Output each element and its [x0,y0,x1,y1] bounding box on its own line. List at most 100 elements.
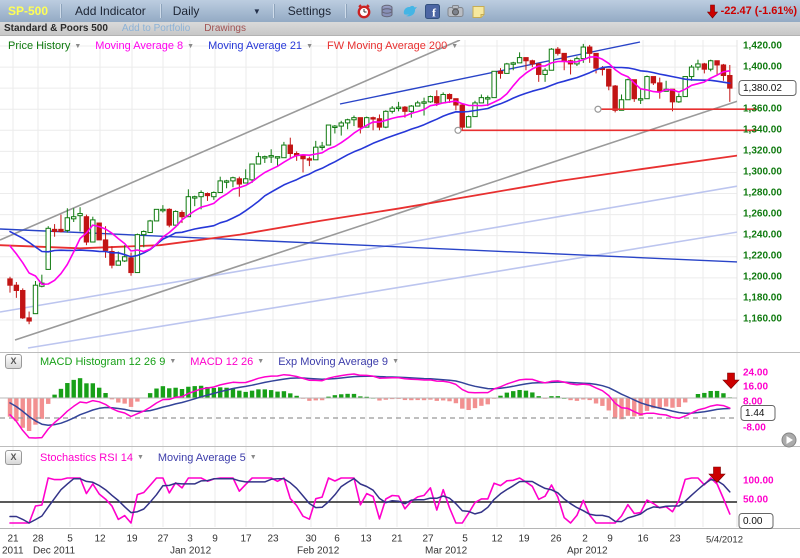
legend-ma8[interactable]: Moving Average 8 ▼ [95,40,194,52]
chevron-down-icon: ▼ [187,42,195,50]
drawings-link[interactable]: Drawings [204,23,246,34]
change-value: -22.47 (-1.61%) [720,5,797,17]
stoch-axis[interactable]: 100.00 50.00 [743,476,774,506]
svg-text:0.00: 0.00 [743,516,763,527]
chevron-down-icon: ▼ [136,454,144,461]
svg-text:-8.00: -8.00 [743,423,766,434]
svg-text:3: 3 [187,534,193,545]
toolbar-icons: f [356,3,486,19]
chevron-down-icon: ▼ [252,6,261,16]
time-axis[interactable]: 21 28 5 12 19 27 3 9 17 23 30 6 13 21 27 5 12 19 26 2 9 16 23 2… [2,534,743,557]
svg-text:1,280.00: 1,280.00 [743,188,782,199]
database-icon[interactable] [379,3,395,19]
svg-text:1,200.00: 1,200.00 [743,272,782,283]
legend-stoch-rsi[interactable]: Stochastics RSI 14 ▼ [40,452,144,464]
svg-text:5: 5 [462,534,468,545]
toolbar-divider [159,4,161,18]
svg-text:Mar 2012: Mar 2012 [425,546,468,557]
svg-text:12: 12 [94,534,106,545]
macd-legend: X MACD Histogram 12 26 9 ▼ MACD 12 26 ▼ … [5,354,399,369]
svg-text:1,420.00: 1,420.00 [743,41,782,52]
svg-text:21: 21 [7,534,19,545]
svg-text:5/4/2012: 5/4/2012 [706,535,743,546]
svg-text:23: 23 [669,534,681,545]
stoch-close-button[interactable]: X [5,450,22,465]
chevron-down-icon: ▼ [249,454,257,461]
svg-text:Feb 2012: Feb 2012 [297,546,340,557]
svg-text:12: 12 [491,534,503,545]
toolbar-divider [272,4,274,18]
chevron-down-icon: ▼ [169,358,177,365]
svg-text:21: 21 [391,534,403,545]
chart-canvas[interactable]: 1,420.00 1,400.00 1,360.00 1,340.00 1,320.00… [0,0,800,558]
svg-text:1,260.00: 1,260.00 [743,209,782,220]
legend-stoch-ma5[interactable]: Moving Average 5 ▼ [158,452,257,464]
svg-text:Apr 2012: Apr 2012 [567,546,608,557]
facebook-icon[interactable]: f [425,3,441,19]
svg-text:2011: 2011 [2,546,24,557]
macd-histogram [7,378,733,431]
note-icon[interactable] [471,4,486,19]
add-indicator-button[interactable]: Add Indicator [65,4,156,18]
svg-text:9: 9 [212,534,218,545]
svg-text:1,360.00: 1,360.00 [743,104,782,115]
legend-ma21[interactable]: Moving Average 21 ▼ [208,40,313,52]
svg-text:23: 23 [267,534,279,545]
down-arrow-icon [706,4,718,18]
svg-text:1,160.00: 1,160.00 [743,314,782,325]
svg-text:5: 5 [67,534,73,545]
svg-text:27: 27 [422,534,434,545]
svg-text:28: 28 [32,534,44,545]
svg-text:9: 9 [607,534,613,545]
svg-text:16.00: 16.00 [743,382,768,393]
price-legend: Price History ▼ Moving Average 8 ▼ Movin… [8,40,458,52]
timeframe-dropdown[interactable]: Daily ▼ [165,4,269,18]
svg-text:Dec 2011: Dec 2011 [33,546,76,557]
camera-icon[interactable] [447,4,464,18]
macd-axis[interactable]: 24.0016.008.00-8.00 [743,368,768,434]
chevron-down-icon: ▼ [306,42,313,50]
stoch-legend: X Stochastics RSI 14 ▼ Moving Average 5 … [5,450,257,465]
svg-text:2: 2 [582,534,588,545]
svg-text:1,240.00: 1,240.00 [743,230,782,241]
current-price-box: 1,380.02 [738,80,797,96]
svg-text:100.00: 100.00 [743,476,774,487]
svg-text:19: 19 [518,534,530,545]
svg-text:1,320.00: 1,320.00 [743,146,782,157]
legend-price-history[interactable]: Price History ▼ [8,40,81,52]
svg-text:13: 13 [360,534,372,545]
candlesticks [7,43,733,325]
current-macd-box: 1.44 [740,405,776,421]
svg-text:1,220.00: 1,220.00 [743,251,782,262]
legend-macd-histogram[interactable]: MACD Histogram 12 26 9 ▼ [40,356,176,368]
symbol-subbar: Standard & Poors 500 Add to Portfolio Dr… [0,22,800,36]
macd-close-button[interactable]: X [5,354,22,369]
legend-fw-ma200[interactable]: FW Moving Average 200 ▼ [327,40,458,52]
chevron-down-icon: ▼ [257,358,265,365]
svg-text:17: 17 [240,534,252,545]
svg-text:6: 6 [334,534,340,545]
symbol-fullname: Standard & Poors 500 [4,23,108,34]
legend-macd[interactable]: MACD 12 26 ▼ [190,356,264,368]
svg-text:1,380.02: 1,380.02 [743,83,782,94]
scroll-forward-button[interactable] [781,432,797,448]
svg-text:19: 19 [126,534,138,545]
svg-text:1,400.00: 1,400.00 [743,62,782,73]
twitter-icon[interactable] [402,3,418,19]
chevron-down-icon: ▼ [74,42,82,50]
timeframe-value: Daily [172,4,200,18]
chevron-down-icon: ▼ [451,42,459,50]
svg-text:1,180.00: 1,180.00 [743,293,782,304]
svg-text:1.44: 1.44 [745,408,765,419]
svg-text:1,340.00: 1,340.00 [743,125,782,136]
symbol-label[interactable]: SP-500 [0,4,56,18]
legend-exp-ma9[interactable]: Exp Moving Average 9 ▼ [278,356,399,368]
add-to-portfolio-link[interactable]: Add to Portfolio [122,23,190,34]
alarm-icon[interactable] [356,3,372,19]
svg-text:24.00: 24.00 [743,368,768,379]
svg-text:27: 27 [157,534,169,545]
toolbar-divider [345,4,347,18]
settings-button[interactable]: Settings [278,4,341,18]
toolbar-divider [60,4,62,18]
svg-text:26: 26 [550,534,562,545]
